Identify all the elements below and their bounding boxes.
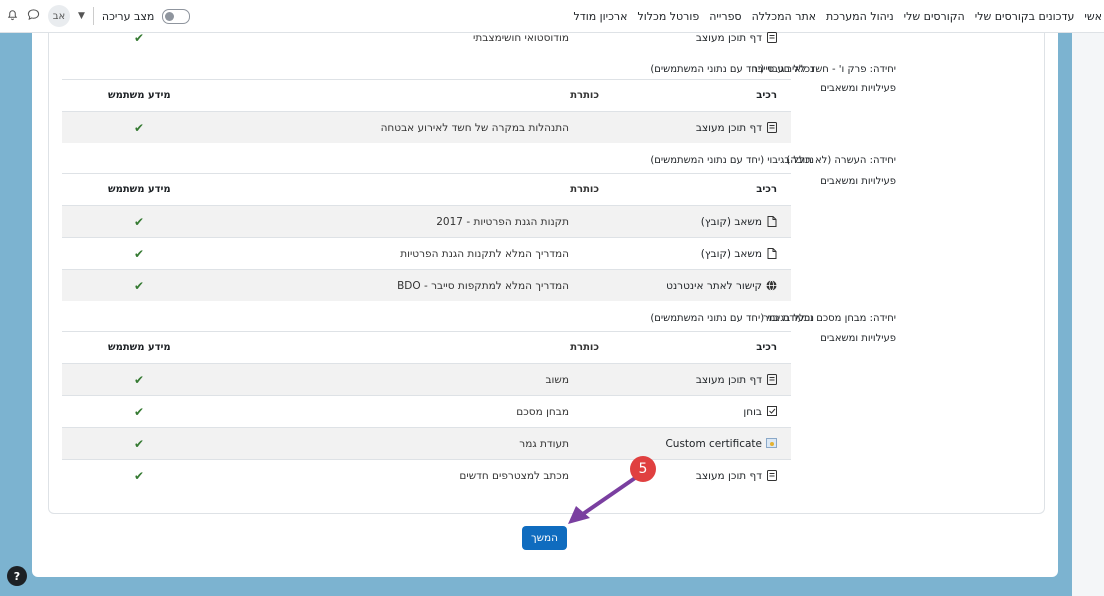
- page-icon: [767, 470, 777, 481]
- check-icon: ✔: [134, 278, 145, 293]
- table-row: בוחן מבחן מסכם ✔: [62, 395, 791, 427]
- check-icon: ✔: [134, 30, 145, 45]
- nav-link-portal[interactable]: פורטל מכלול: [638, 10, 700, 23]
- component-name: Custom certificate: [665, 437, 762, 450]
- check-icon: ✔: [134, 120, 145, 135]
- nav-link-library[interactable]: ספרייה: [709, 10, 741, 23]
- check-icon: ✔: [134, 214, 145, 229]
- table-row: דף תוכן מעוצב משוב ✔: [62, 363, 791, 395]
- edit-mode-label: מצב עריכה: [101, 9, 155, 23]
- help-button[interactable]: ?: [7, 566, 27, 586]
- chat-icon[interactable]: [27, 8, 40, 25]
- header-user-info: מידע משתמש: [108, 90, 171, 101]
- check-icon: ✔: [134, 372, 145, 387]
- component-name: משאב (קובץ): [700, 247, 762, 260]
- step-callout: 5: [630, 456, 656, 482]
- component-name: דף תוכן מעוצב: [695, 31, 762, 44]
- table-row: דף תוכן מעוצב מודוסטואי חושימצבתי ✔: [62, 22, 791, 53]
- scroll-gutter: [1072, 33, 1104, 596]
- check-icon: ✔: [134, 468, 145, 483]
- table-header: רכיב כותרת מידע משתמש: [62, 173, 791, 205]
- header-user-info: מידע משתמש: [108, 342, 171, 353]
- nav-link-college-site[interactable]: אתר המכללה: [752, 10, 816, 23]
- header-component: רכיב: [756, 184, 777, 195]
- table-row: דף תוכן מעוצב מכתב למצטרפים חדשים ✔: [62, 459, 791, 491]
- page-icon: [767, 32, 777, 43]
- nav-link-my-courses[interactable]: הקורסים שלי: [904, 10, 965, 23]
- chevron-down-icon[interactable]: ▼: [78, 11, 85, 21]
- file-icon: [767, 248, 777, 259]
- check-icon: ✔: [134, 436, 145, 451]
- check-icon: ✔: [134, 404, 145, 419]
- activity-title: תעודת גמר: [519, 437, 569, 450]
- backup-status: נכלל בגיבוי (יחד עם נתוני המשתמשים): [650, 313, 814, 324]
- globe-icon: [766, 280, 777, 291]
- component-name: דף תוכן מעוצב: [695, 469, 762, 482]
- nav-link-personal[interactable]: אשי: [1084, 10, 1102, 23]
- component-name: דף תוכן מעוצב: [695, 373, 762, 386]
- table-row: דף תוכן מעוצב התנהלות במקרה של חשד לאירו…: [62, 111, 791, 143]
- header-user-info: מידע משתמש: [108, 184, 171, 195]
- header-component: רכיב: [756, 342, 777, 353]
- activity-title: משוב: [545, 373, 569, 386]
- activity-title: המדריך המלא לתקנות הגנת הפרטיות: [400, 247, 569, 260]
- header-title: כותרת: [570, 342, 599, 353]
- header-title: כותרת: [570, 90, 599, 101]
- check-icon: ✔: [134, 246, 145, 261]
- header-title: כותרת: [570, 184, 599, 195]
- table-row: קישור לאתר אינטרנט המדריך המלא למתקפות ס…: [62, 269, 791, 301]
- nav-link-archive[interactable]: ארכיון מודל: [573, 10, 627, 23]
- activity-title: מכתב למצטרפים חדשים: [459, 469, 569, 482]
- component-name: דף תוכן מעוצב: [695, 121, 762, 134]
- table-row: Custom certificate תעודת גמר ✔: [62, 427, 791, 459]
- table-header: רכיב כותרת מידע משתמש: [62, 331, 791, 363]
- page-icon: [767, 374, 777, 385]
- component-name: קישור לאתר אינטרנט: [666, 279, 762, 292]
- backup-status: נכלל בגיבוי (יחד עם נתוני המשתמשים): [650, 64, 814, 75]
- certificate-icon: [766, 438, 777, 449]
- component-name: בוחן: [743, 405, 762, 418]
- activity-title: המדריך המלא למתקפות סייבר - BDO: [397, 279, 569, 292]
- component-name: משאב (קובץ): [700, 215, 762, 228]
- table-row: משאב (קובץ) המדריך המלא לתקנות הגנת הפרט…: [62, 237, 791, 269]
- table-row: משאב (קובץ) תקנות הגנת הפרטיות - 2017 ✔: [62, 205, 791, 237]
- backup-status: נכלל בגיבוי (יחד עם נתוני המשתמשים): [650, 155, 814, 166]
- file-icon: [767, 216, 777, 227]
- nav-link-site-admin[interactable]: ניהול המערכת: [826, 10, 894, 23]
- activity-title: התנהלות במקרה של חשד לאירוע אבטחה: [380, 121, 569, 134]
- quiz-icon: [767, 406, 777, 417]
- bell-icon[interactable]: [6, 8, 19, 25]
- nav-link-course-updates[interactable]: עדכונים בקורסים שלי: [975, 10, 1075, 23]
- page-icon: [767, 122, 777, 133]
- activity-title: תקנות הגנת הפרטיות - 2017: [436, 215, 569, 228]
- activity-title: מבחן מסכם: [516, 405, 569, 418]
- header-component: רכיב: [756, 90, 777, 101]
- table-header: רכיב כותרת מידע משתמש: [62, 79, 791, 111]
- activity-title: מודוסטואי חושימצבתי: [473, 31, 569, 44]
